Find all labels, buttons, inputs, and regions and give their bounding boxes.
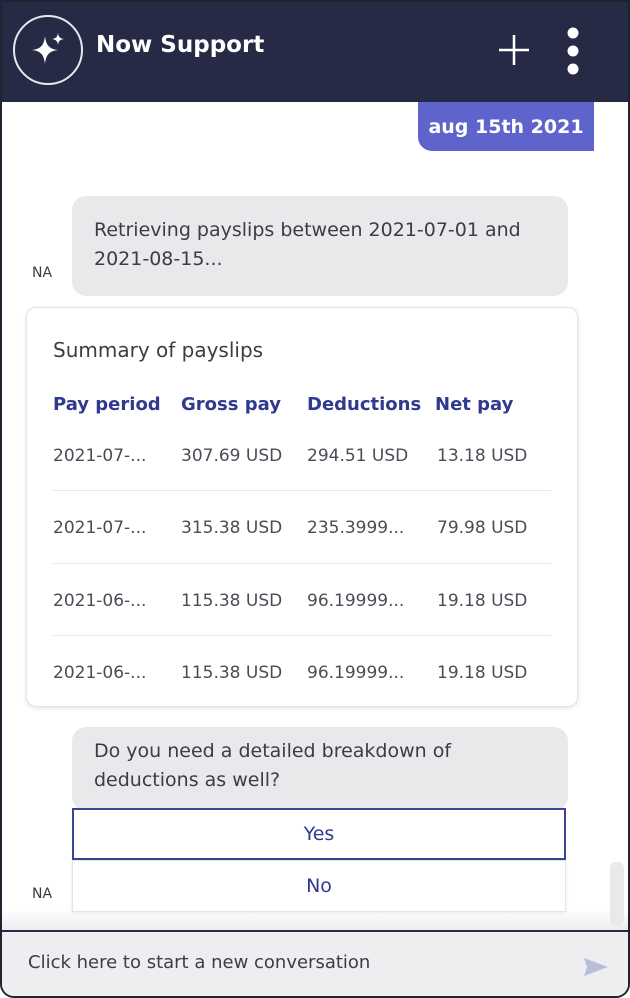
send-button[interactable] — [582, 956, 610, 978]
bot-avatar: NA — [32, 886, 53, 902]
option-no-button[interactable]: No — [72, 860, 566, 912]
send-icon — [584, 958, 608, 976]
cell-net-pay: 13.18 USD — [437, 446, 528, 466]
cell-deductions: 235.3999... — [307, 518, 405, 538]
column-header-net-pay: Net pay — [435, 394, 514, 415]
table-row: 2021-06-... 115.38 USD 96.19999... 19.18… — [53, 591, 551, 663]
scroll-fade — [2, 910, 628, 930]
table-row: 2021-06-... 115.38 USD 96.19999... 19.18… — [53, 663, 551, 735]
column-header-gross-pay: Gross pay — [181, 394, 281, 415]
new-conversation-input[interactable]: Click here to start a new conversation — [28, 952, 370, 973]
cell-pay-period: 2021-07-... — [53, 446, 147, 466]
bot-message-question: Do you need a detailed breakdown of dedu… — [72, 727, 568, 811]
composer: Click here to start a new conversation — [2, 930, 628, 996]
header: Now Support — [2, 2, 628, 102]
cell-gross-pay: 307.69 USD — [181, 446, 283, 466]
row-divider — [53, 490, 551, 491]
cell-pay-period: 2021-07-... — [53, 518, 147, 538]
cell-gross-pay: 115.38 USD — [181, 591, 283, 611]
table-row: 2021-07-... 307.69 USD 294.51 USD 13.18 … — [53, 446, 551, 518]
column-header-pay-period: Pay period — [53, 394, 161, 415]
cell-net-pay: 19.18 USD — [437, 591, 528, 611]
payslip-summary-card: Summary of payslips Pay period Gross pay… — [26, 307, 578, 707]
plus-icon — [499, 35, 529, 65]
bot-message-retrieving: Retrieving payslips between 2021-07-01 a… — [72, 196, 568, 296]
option-yes-button[interactable]: Yes — [72, 808, 566, 860]
row-divider — [53, 563, 551, 564]
cell-pay-period: 2021-06-... — [53, 591, 147, 611]
cell-deductions: 96.19999... — [307, 591, 405, 611]
sparkle-icon — [13, 15, 83, 85]
cell-pay-period: 2021-06-... — [53, 663, 147, 683]
header-title: Now Support — [96, 32, 265, 58]
chat-scrollbar[interactable] — [610, 862, 624, 926]
cell-gross-pay: 115.38 USD — [181, 663, 283, 683]
cell-deductions: 96.19999... — [307, 663, 405, 683]
more-menu-button[interactable] — [562, 26, 584, 76]
new-conversation-button[interactable] — [496, 32, 532, 68]
row-divider — [53, 635, 551, 636]
chat-window: Now Support aug 15th 2021 Retrieving pay… — [0, 0, 630, 998]
table-row: 2021-07-... 315.38 USD 235.3999... 79.98… — [53, 518, 551, 590]
cell-deductions: 294.51 USD — [307, 446, 409, 466]
column-header-deductions: Deductions — [307, 394, 422, 415]
user-message: aug 15th 2021 — [418, 102, 594, 151]
cell-net-pay: 19.18 USD — [437, 663, 528, 683]
card-title: Summary of payslips — [53, 338, 264, 362]
cell-net-pay: 79.98 USD — [437, 518, 528, 538]
chat-transcript[interactable]: aug 15th 2021 Retrieving payslips betwee… — [2, 102, 628, 930]
more-vertical-icon — [567, 27, 579, 75]
bot-avatar: NA — [32, 265, 53, 281]
cell-gross-pay: 315.38 USD — [181, 518, 283, 538]
